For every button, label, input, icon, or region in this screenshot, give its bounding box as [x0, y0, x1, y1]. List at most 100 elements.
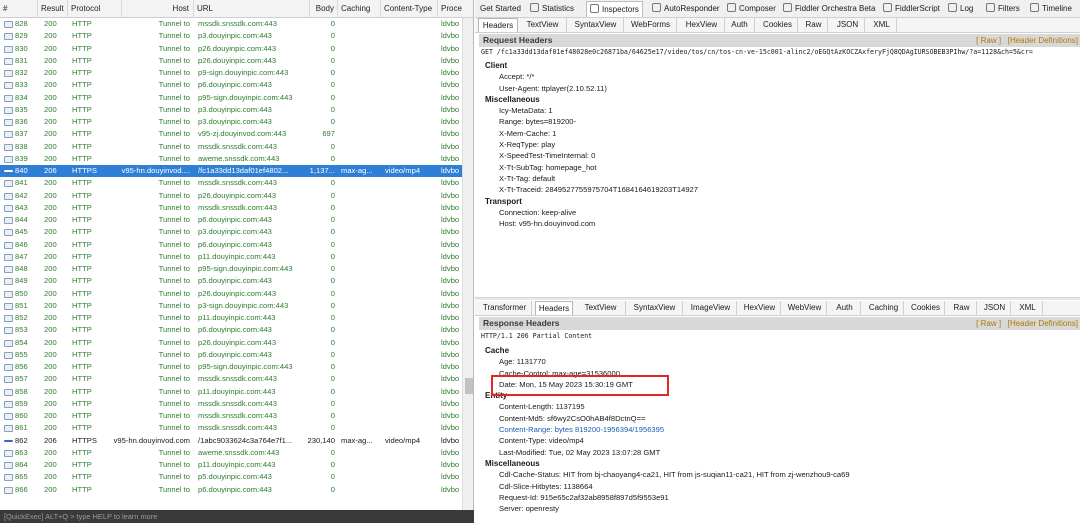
- header-item[interactable]: X-Tt-Traceid: 2849527755975704T168416461…: [485, 184, 1075, 195]
- col-caching[interactable]: Caching: [338, 0, 381, 18]
- header-group[interactable]: Miscellaneous: [485, 458, 1075, 469]
- request-tab-raw[interactable]: Raw: [800, 18, 828, 32]
- session-scrollbar[interactable]: [462, 18, 473, 510]
- response-tab-raw[interactable]: Raw: [947, 301, 977, 315]
- header-item[interactable]: X-SpeedTest-TimeInternal: 0: [485, 150, 1075, 161]
- header-item[interactable]: X-Tt-SubTag: homepage_hot: [485, 162, 1075, 173]
- session-row[interactable]: 856 200 HTTP Tunnel to p95-sign.douyinpic.co…: [0, 361, 462, 373]
- header-item[interactable]: Connection: keep-alive: [485, 207, 1075, 218]
- session-row[interactable]: 832 200 HTTP Tunnel to p9-sign.douyinpic.com…: [0, 67, 462, 79]
- header-item[interactable]: Content-Md5: sf6wy2CsO0hAB4f8DctnQ==: [485, 413, 1075, 424]
- col-process[interactable]: Proce: [438, 0, 473, 18]
- col-body[interactable]: Body: [310, 0, 338, 18]
- session-row[interactable]: 836 200 HTTP Tunnel to p3.douyinpic.com:443 0…: [0, 116, 462, 128]
- response-tab-json[interactable]: JSON: [979, 301, 1011, 315]
- request-tab-xml[interactable]: XML: [867, 18, 897, 32]
- session-row[interactable]: 849 200 HTTP Tunnel to p5.douyinpic.com:443 0…: [0, 275, 462, 287]
- session-row[interactable]: 830 200 HTTP Tunnel to p26.douyinpic.com:443…: [0, 43, 462, 55]
- header-item[interactable]: Range: bytes=819200-: [485, 116, 1075, 127]
- col-num[interactable]: #: [0, 0, 38, 18]
- response-tab-cookies[interactable]: Cookies: [907, 301, 945, 315]
- request-tab-headers[interactable]: Headers: [478, 18, 518, 32]
- session-row[interactable]: 864 200 HTTP Tunnel to p11.douyinpic.com:443…: [0, 459, 462, 471]
- tab-fiddlerscript[interactable]: FiddlerScript: [880, 1, 943, 17]
- session-row[interactable]: 834 200 HTTP Tunnel to p95-sign.douyinpic.co…: [0, 92, 462, 104]
- request-tab-syntaxview[interactable]: SyntaxView: [568, 18, 624, 32]
- request-tab-cookies[interactable]: Cookies: [758, 18, 798, 32]
- col-result[interactable]: Result: [38, 0, 68, 18]
- header-item[interactable]: Cdl-Cache-Status: HIT from bj-chaoyang4-…: [485, 469, 1075, 480]
- request-raw-links[interactable]: [ Raw ] [Header Definitions]: [976, 34, 1078, 47]
- tab-inspectors[interactable]: Inspectors: [586, 1, 643, 17]
- header-item[interactable]: Content-Type: video/mp4: [485, 435, 1075, 446]
- header-item[interactable]: Request-Id: 915e65c2af32ab8958f897d5f955…: [485, 492, 1075, 503]
- session-row[interactable]: 861 200 HTTP Tunnel to mssdk.snssdk.com:443 0…: [0, 422, 462, 434]
- header-item[interactable]: Accept: */*: [485, 71, 1075, 82]
- response-tab-xml[interactable]: XML: [1013, 301, 1043, 315]
- header-item[interactable]: User-Agent: ttplayer(2.10.52.11): [485, 83, 1075, 94]
- session-row[interactable]: 829 200 HTTP Tunnel to p3.douyinpic.com:443 0…: [0, 30, 462, 42]
- session-row[interactable]: 828 200 HTTP Tunnel to mssdk.snssdk.com:443 0…: [0, 18, 462, 30]
- session-row[interactable]: 833 200 HTTP Tunnel to p6.douyinpic.com:443 0…: [0, 79, 462, 91]
- header-item[interactable]: Last-Modified: Tue, 02 May 2023 13:07:28…: [485, 447, 1075, 458]
- response-tab-auth[interactable]: Auth: [829, 301, 861, 315]
- session-row[interactable]: 850 200 HTTP Tunnel to p26.douyinpic.com:443…: [0, 288, 462, 300]
- response-raw-link[interactable]: [ Raw ]: [976, 319, 1001, 328]
- request-tab-hexview[interactable]: HexView: [679, 18, 725, 32]
- session-row[interactable]: 866 200 HTTP Tunnel to p6.douyinpic.com:443 0…: [0, 484, 462, 496]
- session-row[interactable]: 839 200 HTTP Tunnel to aweme.snssdk.com:443 0…: [0, 153, 462, 165]
- header-item[interactable]: Content-Range: bytes 819200-1956394/1956…: [485, 424, 1075, 435]
- header-item[interactable]: X-ReqType: play: [485, 139, 1075, 150]
- col-host[interactable]: Host: [122, 0, 194, 18]
- request-tab-json[interactable]: JSON: [831, 18, 865, 32]
- session-row[interactable]: 863 200 HTTP Tunnel to aweme.snssdk.com:443 0…: [0, 447, 462, 459]
- session-row[interactable]: 840 206 HTTPS v95-hn.douyinvod..../fc1a33dd…: [0, 165, 462, 178]
- tab-composer[interactable]: Composer: [724, 1, 779, 17]
- session-row[interactable]: 838 200 HTTP Tunnel to mssdk.snssdk.com:443 0…: [0, 141, 462, 153]
- session-row[interactable]: 853 200 HTTP Tunnel to p6.douyinpic.com:443 0…: [0, 324, 462, 336]
- response-tab-textview[interactable]: TextView: [576, 301, 626, 315]
- header-item[interactable]: Content-Length: 1137195: [485, 401, 1075, 412]
- session-row[interactable]: 848 200 HTTP Tunnel to p95-sign.douyinpic.co…: [0, 263, 462, 275]
- session-row[interactable]: 844 200 HTTP Tunnel to p6.douyinpic.com:443 0…: [0, 214, 462, 226]
- header-group[interactable]: Miscellaneous: [485, 94, 1075, 105]
- inspector-splitter[interactable]: [475, 297, 1080, 300]
- response-tab-webview[interactable]: WebView: [783, 301, 827, 315]
- response-tab-imageview[interactable]: ImageView: [685, 301, 737, 315]
- tab-log[interactable]: Log: [945, 1, 976, 17]
- session-row[interactable]: 859 200 HTTP Tunnel to mssdk.snssdk.com:443 0…: [0, 398, 462, 410]
- session-row[interactable]: 858 200 HTTP Tunnel to p11.douyinpic.com:443…: [0, 386, 462, 398]
- session-row[interactable]: 831 200 HTTP Tunnel to p26.douyinpic.com:443…: [0, 55, 462, 67]
- scrollbar-thumb[interactable]: [465, 378, 473, 394]
- header-group[interactable]: Cache: [485, 345, 1075, 356]
- header-item[interactable]: Server: openresty: [485, 503, 1075, 514]
- tab-get-started[interactable]: Get Started: [477, 1, 524, 17]
- header-group[interactable]: Client: [485, 60, 1075, 71]
- request-raw-link[interactable]: [ Raw ]: [976, 36, 1001, 45]
- header-item[interactable]: X-Mem-Cache: 1: [485, 128, 1075, 139]
- session-row[interactable]: 865 200 HTTP Tunnel to p5.douyinpic.com:443 0…: [0, 471, 462, 483]
- tab-fiddler-orchestra-beta[interactable]: Fiddler Orchestra Beta: [780, 1, 878, 17]
- header-item[interactable]: Age: 1131770: [485, 356, 1075, 367]
- response-tab-caching[interactable]: Caching: [864, 301, 904, 315]
- col-url[interactable]: URL: [194, 0, 310, 18]
- response-tab-transformer[interactable]: Transformer: [478, 301, 532, 315]
- session-row[interactable]: 847 200 HTTP Tunnel to p11.douyinpic.com:443…: [0, 251, 462, 263]
- response-tab-syntaxview[interactable]: SyntaxView: [627, 301, 683, 315]
- header-item[interactable]: X-Tt-Tag: default: [485, 173, 1075, 184]
- quickexec-bar[interactable]: [QuickExec] ALT+Q > type HELP to learn m…: [0, 510, 474, 523]
- session-row[interactable]: 841 200 HTTP Tunnel to mssdk.snssdk.com:443 0…: [0, 177, 462, 189]
- col-content-type[interactable]: Content-Type: [381, 0, 438, 18]
- session-row[interactable]: 855 200 HTTP Tunnel to p6.douyinpic.com:443 0…: [0, 349, 462, 361]
- response-tab-hexview[interactable]: HexView: [739, 301, 781, 315]
- session-row[interactable]: 843 200 HTTP Tunnel to mssdk.snssdk.com:443 0…: [0, 202, 462, 214]
- session-row[interactable]: 860 200 HTTP Tunnel to mssdk.snssdk.com:443 0…: [0, 410, 462, 422]
- tab-filters[interactable]: Filters: [983, 1, 1023, 17]
- response-definitions-link[interactable]: [Header Definitions]: [1008, 319, 1078, 328]
- session-row[interactable]: 851 200 HTTP Tunnel to p3-sign.douyinpic.com…: [0, 300, 462, 312]
- session-row[interactable]: 846 200 HTTP Tunnel to p6.douyinpic.com:443 0…: [0, 239, 462, 251]
- session-row[interactable]: 845 200 HTTP Tunnel to p3.douyinpic.com:443 0…: [0, 226, 462, 238]
- session-row[interactable]: 854 200 HTTP Tunnel to p26.douyinpic.com:443…: [0, 337, 462, 349]
- session-row[interactable]: 835 200 HTTP Tunnel to p3.douyinpic.com:443 0…: [0, 104, 462, 116]
- session-row[interactable]: 842 200 HTTP Tunnel to p26.douyinpic.com:443…: [0, 190, 462, 202]
